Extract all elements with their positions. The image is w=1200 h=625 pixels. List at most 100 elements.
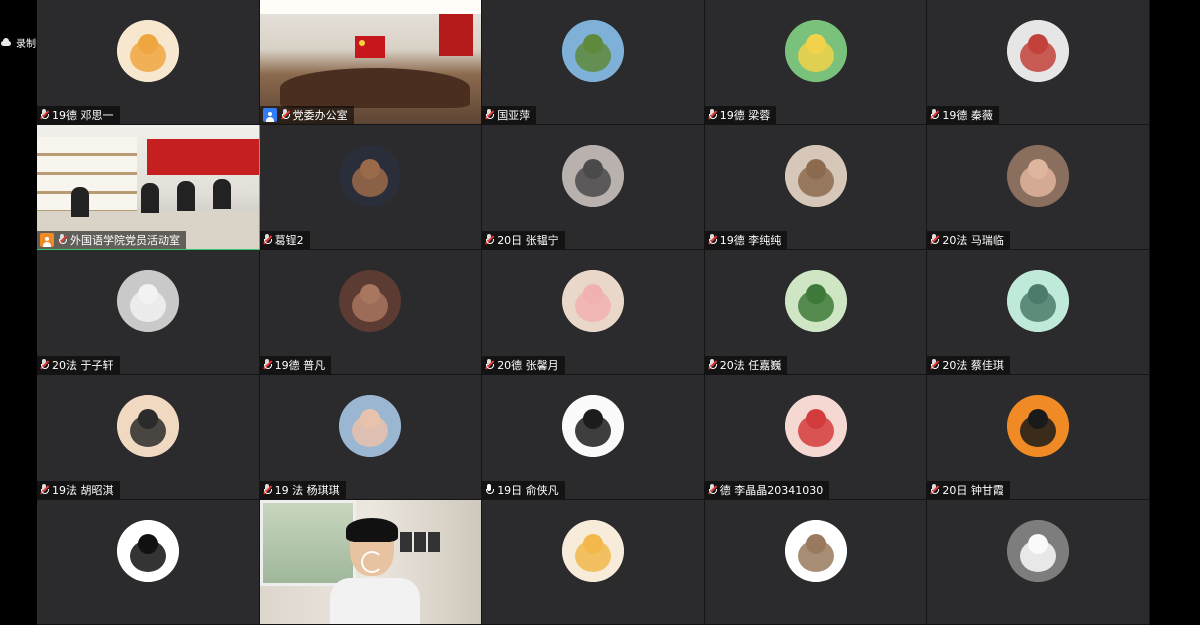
participant-name: 党委办公室 <box>292 109 348 122</box>
participant-nameplate: 20日 钟甘霞 <box>927 481 1010 499</box>
participant-nameplate: 党委办公室 <box>259 106 354 124</box>
host-user-icon <box>40 233 54 247</box>
avatar <box>784 395 847 457</box>
participant-tile[interactable]: 20法 蔡佳琪 <box>927 250 1150 375</box>
participant-name: 20日 钟甘霞 <box>942 484 1004 497</box>
mic-muted-icon <box>930 109 940 121</box>
participant-tile[interactable]: 20法 马瑞临 <box>927 125 1150 250</box>
participant-tile[interactable]: 外国语学院党员活动室 <box>37 125 260 250</box>
mic-muted-icon <box>930 359 940 371</box>
mic-muted-icon <box>707 359 717 371</box>
participant-tile[interactable]: 20日 钟甘霞 <box>927 375 1150 500</box>
participant-name: 20法 于子轩 <box>52 359 114 372</box>
participant-tile[interactable] <box>482 500 705 625</box>
mic-muted-icon <box>40 484 49 496</box>
participant-tile[interactable]: 19 法 杨琪琪 <box>259 375 483 500</box>
participant-name: 19德 李纯纯 <box>719 234 782 247</box>
participant-name: 19德 普凡 <box>274 359 326 372</box>
participant-nameplate: 20法 于子轩 <box>37 356 120 374</box>
participant-nameplate: 20德 张馨月 <box>482 356 565 374</box>
mic-muted-icon <box>40 359 49 371</box>
host-user-icon <box>262 108 277 122</box>
participant-name: 19德 邓思一 <box>52 109 114 122</box>
participant-nameplate: 19德 梁蓉 <box>704 106 777 124</box>
participant-tile[interactable]: 葛锃2 <box>259 125 483 250</box>
participant-name: 19日 俞侠凡 <box>497 484 559 497</box>
participant-name: 19法 胡昭淇 <box>52 484 114 497</box>
participant-name: 外国语学院党员活动室 <box>70 234 180 247</box>
avatar <box>116 270 179 332</box>
participant-name: 20法 蔡佳琪 <box>942 359 1004 372</box>
participant-tile[interactable]: 19德 邓思一 <box>37 0 260 125</box>
participant-tile[interactable]: 19德 秦薇 <box>927 0 1150 125</box>
participant-tile[interactable]: 19日 俞侠凡 <box>482 375 705 500</box>
participant-nameplate: 19 法 杨琪琪 <box>259 481 346 499</box>
mic-muted-icon <box>707 109 717 121</box>
participant-tile[interactable]: 19德 普凡 <box>259 250 483 375</box>
participant-name: 20法 任嘉巍 <box>719 359 782 372</box>
participant-name: 葛锃2 <box>274 234 304 247</box>
avatar <box>784 20 847 82</box>
mic-muted-icon <box>707 484 717 496</box>
avatar <box>339 395 402 457</box>
participant-tile[interactable]: 20法 于子轩 <box>37 250 260 375</box>
mic-muted-icon <box>58 234 67 246</box>
participant-tile[interactable]: 19德 李纯纯 <box>704 125 928 250</box>
participant-name: 德 李晶晶20341030 <box>719 484 824 497</box>
participant-tile[interactable]: 19法 胡昭淇 <box>37 375 260 500</box>
participant-tile[interactable] <box>259 500 483 625</box>
avatar <box>339 145 402 207</box>
participant-name: 国亚萍 <box>497 109 531 122</box>
participant-tile[interactable]: 国亚萍 <box>482 0 705 125</box>
participant-tile[interactable]: 20德 张馨月 <box>482 250 705 375</box>
participant-tile[interactable]: 20法 任嘉巍 <box>704 250 928 375</box>
avatar <box>339 270 402 332</box>
participant-name: 20日 张韫宁 <box>497 234 559 247</box>
mic-muted-icon <box>262 359 272 371</box>
participant-name: 19德 梁蓉 <box>719 109 771 122</box>
participant-nameplate: 19德 邓思一 <box>37 106 120 124</box>
avatar <box>561 145 624 207</box>
participant-nameplate: 20法 马瑞临 <box>927 231 1010 249</box>
mic-muted-icon <box>485 359 495 371</box>
participant-name: 20法 马瑞临 <box>942 234 1004 247</box>
participant-tile[interactable]: 19德 梁蓉 <box>704 0 928 125</box>
participant-tile[interactable] <box>37 500 260 625</box>
mic-muted-icon <box>280 109 290 121</box>
participant-name: 19 法 杨琪琪 <box>274 484 340 497</box>
participant-tile[interactable]: 20日 张韫宁 <box>482 125 705 250</box>
avatar <box>1007 520 1070 582</box>
avatar <box>561 20 624 82</box>
participant-nameplate: 19德 秦薇 <box>927 106 999 124</box>
participant-tile[interactable] <box>927 500 1150 625</box>
mic-muted-icon <box>930 234 940 246</box>
loading-spinner-icon <box>360 551 383 573</box>
participant-nameplate: 19法 胡昭淇 <box>37 481 120 499</box>
mic-muted-icon <box>485 109 495 121</box>
mic-muted-icon <box>262 234 272 246</box>
participant-nameplate: 外国语学院党员活动室 <box>37 231 186 249</box>
avatar <box>561 520 624 582</box>
participant-tile[interactable] <box>704 500 928 625</box>
mic-muted-icon <box>40 109 49 121</box>
mic-muted-icon <box>707 234 717 246</box>
avatar <box>561 270 624 332</box>
participant-nameplate: 19日 俞侠凡 <box>482 481 565 499</box>
avatar <box>1007 395 1070 457</box>
avatar <box>1007 270 1070 332</box>
participant-tile[interactable]: 德 李晶晶20341030 <box>704 375 928 500</box>
participant-name: 19德 秦薇 <box>942 109 993 122</box>
mic-muted-icon <box>262 484 272 496</box>
avatar <box>1007 20 1070 82</box>
mic-muted-icon <box>930 484 940 496</box>
avatar <box>116 20 179 82</box>
avatar <box>116 520 179 582</box>
mic-icon <box>485 484 495 496</box>
participant-tile[interactable]: 党委办公室 <box>259 0 483 125</box>
participant-name: 20德 张馨月 <box>497 359 559 372</box>
avatar <box>784 520 847 582</box>
participant-nameplate: 20日 张韫宁 <box>482 231 565 249</box>
avatar <box>561 395 624 457</box>
avatar <box>784 270 847 332</box>
participant-nameplate: 国亚萍 <box>482 106 537 124</box>
